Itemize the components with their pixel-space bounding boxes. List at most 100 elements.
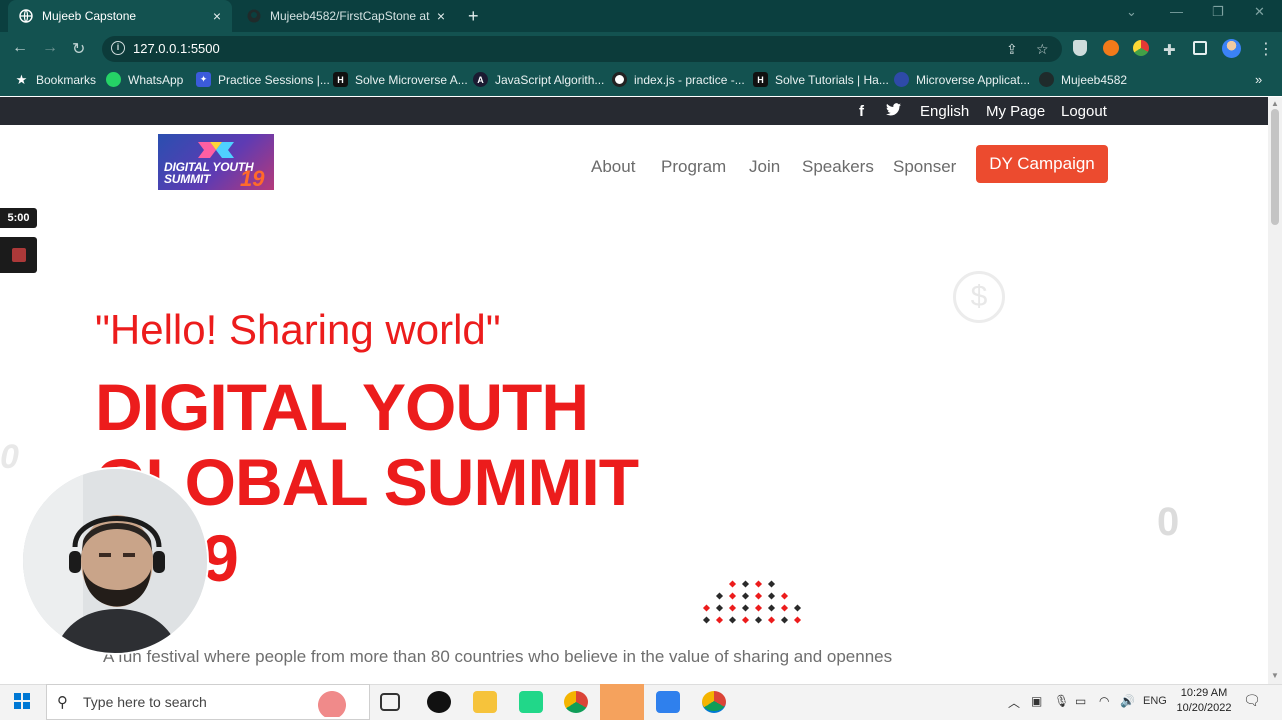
- notifications-icon[interactable]: 🗨: [1243, 692, 1261, 709]
- taskbar-clock[interactable]: 10:29 AM 10/20/2022: [1168, 686, 1240, 716]
- pattern-dot: [741, 580, 750, 588]
- pattern-dot: [741, 616, 750, 624]
- bookmark-item[interactable]: WhatsApp: [106, 72, 183, 87]
- windows-start-icon[interactable]: [14, 693, 30, 714]
- pattern-dot: [780, 616, 789, 624]
- github-icon: [246, 8, 262, 24]
- share-icon[interactable]: ⇪: [1006, 41, 1018, 58]
- close-tab-icon[interactable]: ×: [208, 8, 226, 24]
- tiktok-icon[interactable]: [427, 691, 451, 713]
- back-arrow-icon[interactable]: ←: [12, 39, 28, 57]
- bookmark-item[interactable]: A JavaScript Algorith...: [473, 72, 604, 87]
- bookmark-item[interactable]: ★ Bookmarks: [14, 72, 96, 87]
- tab-title: Mujeeb4582/FirstCapStone at ca: [270, 9, 432, 23]
- close-window-icon[interactable]: ✕: [1254, 4, 1265, 20]
- scroll-down-icon[interactable]: ▼: [1271, 671, 1279, 680]
- side-panel-icon[interactable]: [1193, 41, 1207, 55]
- tab-github-firstcapstone[interactable]: Mujeeb4582/FirstCapStone at ca ×: [236, 0, 456, 32]
- brave-extension-icon[interactable]: [1103, 40, 1119, 56]
- chrome-icon[interactable]: [564, 691, 588, 713]
- logout-link[interactable]: Logout: [1061, 103, 1107, 120]
- minimize-icon[interactable]: —: [1170, 4, 1183, 19]
- hackerrank-icon: H: [333, 72, 348, 87]
- maximize-icon[interactable]: ❐: [1212, 4, 1224, 20]
- bookmark-item[interactable]: Microverse Applicat...: [894, 72, 1030, 87]
- sticky-notes-icon[interactable]: [600, 684, 644, 720]
- scroll-up-icon[interactable]: ▲: [1271, 99, 1279, 108]
- summit-logo[interactable]: DIGITAL YOUTH SUMMIT 19: [158, 134, 274, 191]
- globe-icon: [18, 8, 34, 24]
- wifi-icon[interactable]: ◠: [1099, 694, 1109, 708]
- tab-mujeeb-capstone[interactable]: Mujeeb Capstone ×: [8, 0, 232, 32]
- pycharm-icon[interactable]: [519, 691, 543, 713]
- my-page-link[interactable]: My Page: [986, 103, 1045, 120]
- facebook-icon[interactable]: f: [859, 103, 864, 120]
- hero-greeting: "Hello! Sharing world": [95, 306, 501, 353]
- file-explorer-icon[interactable]: [473, 691, 497, 713]
- bookmark-item[interactable]: H Solve Microverse A...: [333, 72, 468, 87]
- page-top-bar: f English My Page Logout: [0, 97, 1268, 125]
- logo-year: 19: [240, 166, 265, 191]
- address-bar[interactable]: i 127.0.0.1:5500: [102, 36, 1062, 62]
- nav-program[interactable]: Program: [661, 157, 726, 177]
- pattern-dot: [715, 604, 724, 612]
- more-bookmarks-icon[interactable]: »: [1255, 72, 1262, 87]
- bookmark-item[interactable]: H Solve Tutorials | Ha...: [753, 72, 889, 87]
- practice-icon: ✦: [196, 72, 211, 87]
- pattern-dot: [702, 604, 711, 612]
- battery-icon[interactable]: ▭: [1075, 694, 1086, 708]
- nav-join[interactable]: Join: [749, 157, 780, 177]
- bookmark-star-icon[interactable]: ☆: [1036, 41, 1049, 58]
- twitter-icon[interactable]: [886, 103, 901, 120]
- close-tab-icon[interactable]: ×: [432, 8, 450, 24]
- stop-recording-button[interactable]: [0, 237, 37, 273]
- pattern-dot: [767, 604, 776, 612]
- new-tab-button[interactable]: +: [468, 6, 479, 27]
- vscode-icon[interactable]: [656, 691, 680, 713]
- github-icon: [1039, 72, 1054, 87]
- nav-about[interactable]: About: [591, 157, 635, 177]
- puzzle-extensions-icon[interactable]: ✚: [1163, 41, 1176, 59]
- kebab-menu-icon[interactable]: ⋮: [1258, 39, 1274, 59]
- url-text[interactable]: 127.0.0.1:5500: [133, 41, 220, 56]
- star-icon: ★: [15, 71, 28, 87]
- decor-zero: 0: [1157, 500, 1180, 544]
- profile-avatar-icon[interactable]: [1222, 39, 1241, 58]
- page-scrollbar[interactable]: ▲ ▼: [1268, 97, 1282, 684]
- nav-speakers[interactable]: Speakers: [802, 157, 874, 177]
- language-link[interactable]: English: [920, 103, 969, 120]
- taskbar-search-box[interactable]: ⚲ Type here to search: [46, 684, 370, 720]
- microphone-icon[interactable]: 🎙: [1054, 694, 1069, 708]
- reload-icon[interactable]: ↻: [72, 39, 85, 59]
- search-placeholder: Type here to search: [83, 694, 207, 710]
- webcam-overlay: [21, 467, 209, 655]
- language-indicator[interactable]: ENG: [1143, 695, 1167, 707]
- tray-chevron-up-icon[interactable]: ︿: [1008, 694, 1020, 711]
- dy-campaign-button[interactable]: DY Campaign: [976, 145, 1108, 183]
- pattern-dot: [767, 592, 776, 600]
- dollar-coin-icon: $: [953, 271, 1005, 323]
- shield-extension-icon[interactable]: [1073, 40, 1087, 56]
- pattern-dot: [754, 592, 763, 600]
- fcc-icon: A: [473, 72, 488, 87]
- forward-arrow-icon[interactable]: →: [42, 39, 58, 57]
- pattern-dot: [754, 604, 763, 612]
- pattern-dot: [754, 580, 763, 588]
- hero-title-line1: DIGITAL YOUTH: [95, 370, 589, 444]
- bookmark-item[interactable]: Mujeeb4582: [1039, 72, 1127, 87]
- site-info-icon[interactable]: i: [111, 41, 125, 55]
- colorful-extension-icon[interactable]: [1133, 40, 1149, 56]
- pattern-dot: [728, 616, 737, 624]
- task-view-icon[interactable]: [380, 693, 400, 711]
- bookmark-item[interactable]: index.js - practice -...: [612, 72, 745, 87]
- scrollbar-thumb[interactable]: [1271, 109, 1279, 225]
- clock-date: 10/20/2022: [1176, 702, 1232, 714]
- tab-search-icon[interactable]: ⌄: [1126, 4, 1137, 20]
- pattern-dot: [780, 604, 789, 612]
- volume-icon[interactable]: 🔊: [1120, 694, 1135, 708]
- chrome-profile-icon[interactable]: [702, 691, 726, 713]
- tray-meet-icon[interactable]: ▣: [1031, 694, 1042, 708]
- bookmark-item[interactable]: ✦ Practice Sessions |...: [196, 72, 330, 87]
- logo-mark-icon: [198, 142, 234, 158]
- nav-sponser[interactable]: Sponser: [893, 157, 956, 177]
